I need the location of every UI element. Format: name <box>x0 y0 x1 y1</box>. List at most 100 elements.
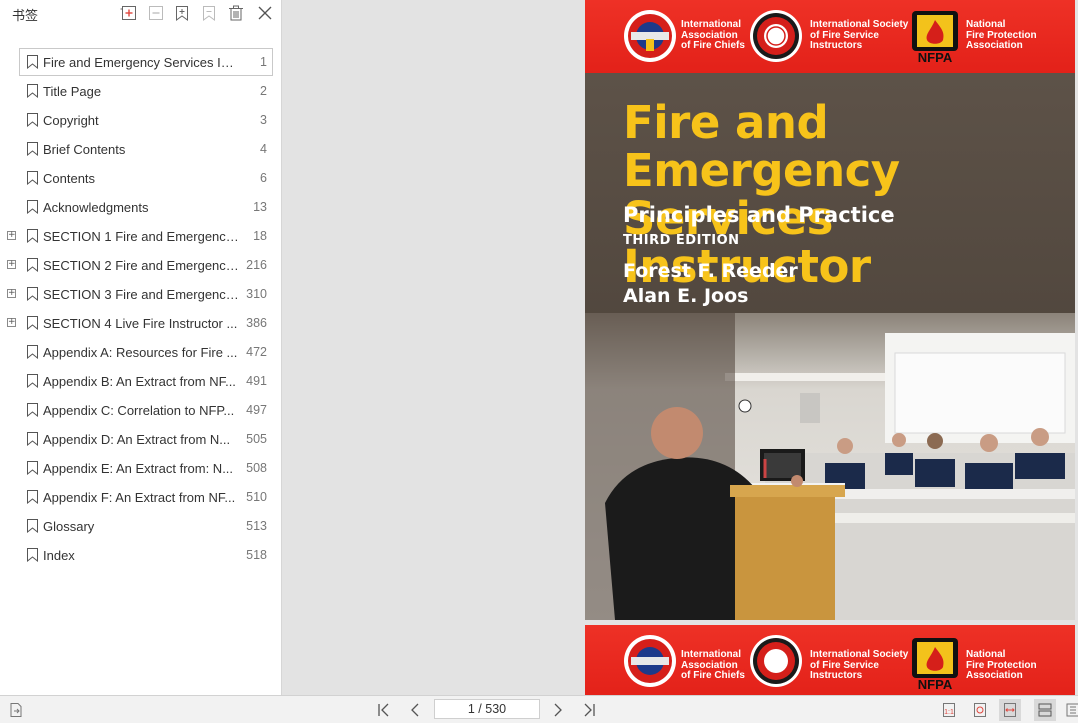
iafc-label: International Association of Fire Chiefs <box>681 19 745 51</box>
bookmark-page-number: 18 <box>253 229 267 243</box>
continuous-icon[interactable] <box>1034 699 1056 721</box>
bookmark-label: Copyright <box>43 113 99 128</box>
expand-icon[interactable]: + <box>7 260 16 269</box>
isfsi-logo <box>750 10 802 62</box>
bookmark-label: SECTION 3 Fire and Emergency... <box>43 287 239 302</box>
bookmark-item[interactable]: Fire and Emergency Services Instr... 1 <box>0 48 281 77</box>
bookmark-icon <box>27 432 38 446</box>
rotate-icon[interactable] <box>969 699 991 721</box>
bookmark-icon <box>27 461 38 475</box>
last-page-icon[interactable] <box>579 700 599 720</box>
bookmark-label: SECTION 4 Live Fire Instructor ... <box>43 316 238 331</box>
page-number-input[interactable]: 1 / 530 <box>434 699 540 719</box>
bookmark-label: Appendix A: Resources for Fire ... <box>43 345 238 360</box>
bookmark-item[interactable]: Copyright 3 <box>0 106 281 135</box>
bookmark-icon <box>27 258 38 272</box>
nfpa-logo-text: NFPA <box>918 677 953 691</box>
bookmark-item[interactable]: Acknowledgments 13 <box>0 193 281 222</box>
nfpa-label: National Fire Protection Association <box>966 19 1037 51</box>
bookmark-label: SECTION 2 Fire and Emergency... <box>43 258 239 273</box>
status-bar: 1 / 530 1:1 <box>0 695 1078 723</box>
pdf-page-1: International Association of Fire Chiefs… <box>585 0 1075 620</box>
bookmark-label: Appendix C: Correlation to NFP... <box>43 403 235 418</box>
bookmark-page-number: 510 <box>246 490 267 504</box>
cover-photo <box>585 313 1075 620</box>
bookmark-label: Contents <box>43 171 96 186</box>
sidebar-toggle-icon[interactable] <box>6 700 26 720</box>
isfsi-label: International Society of Fire Service In… <box>810 649 909 681</box>
bookmark-item[interactable]: Index 518 <box>0 541 281 570</box>
bookmark-icon <box>27 345 38 359</box>
bookmark-item[interactable]: Appendix C: Correlation to NFP... 497 <box>0 396 281 425</box>
bookmark-item[interactable]: Brief Contents 4 <box>0 135 281 164</box>
bookmark-icon <box>27 142 38 156</box>
bookmark-icon <box>27 374 38 388</box>
bookmark-item[interactable]: Appendix F: An Extract from NF... 510 <box>0 483 281 512</box>
bookmark-item[interactable]: Appendix B: An Extract from NF... 491 <box>0 367 281 396</box>
bookmark-label: Acknowledgments <box>43 200 149 215</box>
bookmark-page-number: 4 <box>260 142 267 156</box>
close-icon[interactable] <box>255 3 275 23</box>
bookmark-icon <box>27 519 38 533</box>
pdf-page-2: International Association of Fire Chiefs… <box>585 625 1075 695</box>
bookmark-icon <box>27 229 38 243</box>
expand-icon[interactable]: + <box>7 289 16 298</box>
expand-icon[interactable]: + <box>7 318 16 327</box>
cover-author-2: Alan E. Joos <box>623 285 749 307</box>
bookmark-page-number: 13 <box>253 200 267 214</box>
bookmark-item[interactable]: Contents 6 <box>0 164 281 193</box>
bookmark-page-number: 386 <box>246 316 267 330</box>
bookmark-icon <box>27 548 38 562</box>
bookmark-icon <box>27 113 38 127</box>
bookmark-item[interactable]: Appendix A: Resources for Fire ... 472 <box>0 338 281 367</box>
bookmark-page-number: 518 <box>246 548 267 562</box>
bookmark-item[interactable]: Appendix E: An Extract from: N... 508 <box>0 454 281 483</box>
bookmark-item[interactable]: Appendix D: An Extract from N... 505 <box>0 425 281 454</box>
bookmark-page-number: 6 <box>260 171 267 185</box>
bookmark-icon <box>27 403 38 417</box>
remove-child-icon[interactable] <box>146 3 166 23</box>
bookmark-label: Appendix B: An Extract from NF... <box>43 374 236 389</box>
cover-edition: THIRD EDITION <box>623 233 740 248</box>
bookmark-label: Appendix E: An Extract from: N... <box>43 461 234 476</box>
expand-icon[interactable]: + <box>7 231 16 240</box>
fit-width-icon[interactable] <box>999 699 1021 721</box>
bookmark-page-number: 3 <box>260 113 267 127</box>
iafc-logo <box>624 10 676 62</box>
document-viewer[interactable]: International Association of Fire Chiefs… <box>282 0 1078 695</box>
bookmark-label: Appendix D: An Extract from N... <box>43 432 231 447</box>
first-page-icon[interactable] <box>374 700 394 720</box>
expand-bookmark-icon[interactable] <box>172 3 192 23</box>
cover-title-line1: Fire and Emergency <box>623 96 900 197</box>
bookmark-page-number: 497 <box>246 403 267 417</box>
bookmark-page-number: 491 <box>246 374 267 388</box>
delete-icon[interactable] <box>226 3 246 23</box>
bookmark-item[interactable]: + SECTION 2 Fire and Emergency... 216 <box>0 251 281 280</box>
bookmark-item[interactable]: + SECTION 4 Live Fire Instructor ... 386 <box>0 309 281 338</box>
bookmark-item[interactable]: + SECTION 1 Fire and Emergency ... 18 <box>0 222 281 251</box>
bookmark-icon <box>27 200 38 214</box>
bookmark-panel-header: 书签 <box>0 0 281 26</box>
bookmark-page-number: 472 <box>246 345 267 359</box>
cover-banner: International Association of Fire Chiefs… <box>585 0 1075 73</box>
bookmark-page-number: 508 <box>246 461 267 475</box>
iafc-label: International Association of Fire Chiefs <box>681 649 745 681</box>
cover-body: Fire and Emergency Services Instructor P… <box>585 73 1075 620</box>
bookmark-page-number: 216 <box>246 258 267 272</box>
prev-page-icon[interactable] <box>405 700 425 720</box>
bookmark-item[interactable]: Title Page 2 <box>0 77 281 106</box>
next-page-icon[interactable] <box>548 700 568 720</box>
add-bookmark-icon[interactable] <box>119 3 139 23</box>
single-page-icon[interactable]: 1:1 <box>938 699 960 721</box>
bookmark-page-number: 310 <box>246 287 267 301</box>
page2-banner: International Association of Fire Chiefs… <box>585 625 1075 695</box>
iafc-logo <box>624 635 676 687</box>
two-page-icon[interactable] <box>1062 699 1078 721</box>
nfpa-logo-text: NFPA <box>918 50 953 64</box>
bookmark-item[interactable]: + SECTION 3 Fire and Emergency... 310 <box>0 280 281 309</box>
bookmark-label: Brief Contents <box>43 142 126 157</box>
bookmark-panel-title: 书签 <box>12 8 39 23</box>
bookmark-item[interactable]: Glossary 513 <box>0 512 281 541</box>
bookmark-icon[interactable] <box>199 3 219 23</box>
bookmark-page-number: 2 <box>260 84 267 98</box>
